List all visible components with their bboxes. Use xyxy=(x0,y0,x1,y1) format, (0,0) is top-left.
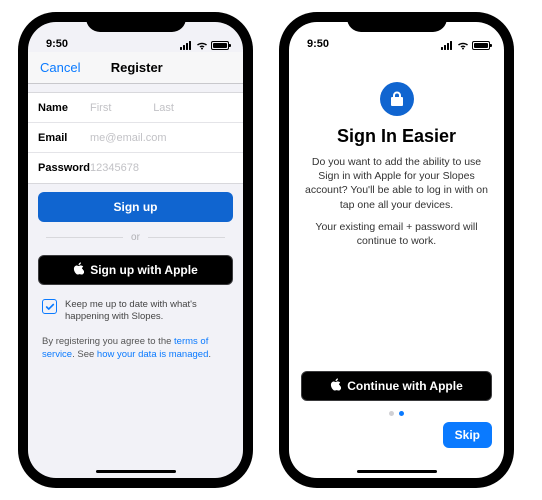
or-label: or xyxy=(131,232,140,243)
apple-icon xyxy=(330,378,341,394)
row-password: Password xyxy=(28,153,243,183)
status-time: 9:50 xyxy=(46,38,68,50)
bottom-controls: Continue with Apple Skip xyxy=(289,371,504,478)
home-indicator[interactable] xyxy=(96,470,176,474)
notch xyxy=(86,12,186,32)
screen-register: 9:50 Cancel Register Name Em xyxy=(28,22,243,478)
email-label: Email xyxy=(38,132,90,144)
register-form: Name Email Password xyxy=(28,92,243,184)
page-dots xyxy=(301,411,492,416)
phone-right: 9:50 Sign In Easier Do you want to add t… xyxy=(279,12,514,488)
checkmark-icon xyxy=(45,302,55,312)
apple-icon xyxy=(73,262,84,278)
last-name-field[interactable] xyxy=(153,102,210,114)
signup-button[interactable]: Sign up xyxy=(38,192,233,222)
lock-icon xyxy=(390,91,404,107)
nav-bar: Cancel Register xyxy=(28,52,243,84)
newsletter-row: Keep me up to date with what's happening… xyxy=(42,299,229,324)
email-field[interactable] xyxy=(90,132,233,144)
signup-label: Sign up xyxy=(114,200,158,214)
continue-apple-button[interactable]: Continue with Apple xyxy=(301,371,492,401)
row-name: Name xyxy=(28,93,243,123)
status-time: 9:50 xyxy=(307,38,329,50)
or-divider: or xyxy=(46,232,225,243)
newsletter-label: Keep me up to date with what's happening… xyxy=(65,299,229,324)
signup-apple-button[interactable]: Sign up with Apple xyxy=(38,255,233,285)
dot-1 xyxy=(389,411,394,416)
password-field[interactable] xyxy=(90,162,233,174)
hero-para1: Do you want to add the ability to use Si… xyxy=(305,155,488,212)
battery-icon xyxy=(211,41,229,50)
screen-signin-easier: 9:50 Sign In Easier Do you want to add t… xyxy=(289,22,504,478)
wifi-icon xyxy=(457,41,469,50)
first-name-field[interactable] xyxy=(90,102,147,114)
wifi-icon xyxy=(196,41,208,50)
name-label: Name xyxy=(38,102,90,114)
phone-left: 9:50 Cancel Register Name Em xyxy=(18,12,253,488)
signal-icon xyxy=(180,41,193,50)
row-email: Email xyxy=(28,123,243,153)
notch xyxy=(347,12,447,32)
signal-icon xyxy=(441,41,454,50)
hero-para2: Your existing email + password will cont… xyxy=(305,220,488,248)
skip-button[interactable]: Skip xyxy=(443,422,492,448)
data-link[interactable]: how your data is managed xyxy=(97,349,208,360)
dot-2 xyxy=(399,411,404,416)
home-indicator[interactable] xyxy=(357,470,437,474)
lock-badge xyxy=(380,82,414,116)
cancel-button[interactable]: Cancel xyxy=(40,60,80,75)
page-title: Register xyxy=(80,60,231,75)
continue-apple-label: Continue with Apple xyxy=(347,379,463,393)
battery-icon xyxy=(472,41,490,50)
skip-label: Skip xyxy=(455,428,480,442)
password-label: Password xyxy=(38,162,90,174)
legal-text: By registering you agree to the terms of… xyxy=(42,336,229,362)
signup-apple-label: Sign up with Apple xyxy=(90,263,198,277)
hero-title: Sign In Easier xyxy=(337,126,456,147)
newsletter-checkbox[interactable] xyxy=(42,299,57,314)
hero: Sign In Easier Do you want to add the ab… xyxy=(289,52,504,371)
